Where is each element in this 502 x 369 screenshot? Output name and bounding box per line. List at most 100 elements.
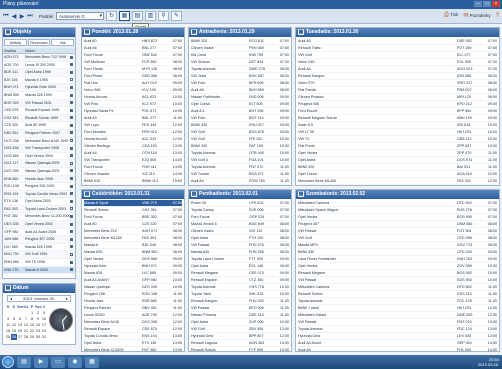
appointment-row[interactable]: BMW 330 EHU 417 09:00: [191, 122, 289, 129]
object-checkbox[interactable]: [70, 183, 75, 190]
appointment-row[interactable]: Nissan Primera DSE 310 11:00: [191, 312, 289, 319]
appointment-row[interactable]: Toyota Avensis FNT 072 11:00: [191, 164, 289, 171]
appointment-row[interactable]: Renault Laguna AON 463 13:00: [191, 340, 289, 347]
appointment-row[interactable]: Audi A4 AOG 023 07:00: [298, 66, 497, 73]
appointment-row[interactable]: Ford Probe DSN 366 08:00: [84, 73, 182, 80]
day-view-icon[interactable]: ▦: [119, 11, 131, 21]
object-checkbox[interactable]: [70, 267, 75, 274]
object-row[interactable]: AGH 071 Mercedes Benz 712 1998: [3, 54, 75, 62]
object-row[interactable]: CEE 675 Renault Espace 1995: [3, 107, 75, 115]
appointment-row[interactable]: Opel Astra ECL 148 09:00: [191, 263, 289, 270]
appointment-row[interactable]: Toyota Avensis FDC 124 13:00: [298, 326, 497, 333]
appointment-row[interactable]: BMW 320 ECG 611 07:00: [191, 38, 289, 45]
object-checkbox[interactable]: [70, 69, 75, 76]
appointment-row[interactable]: Hyundai Getz BPP 807 12:00: [191, 333, 289, 340]
object-row[interactable]: BNM 550 Mazda 626 1999: [3, 92, 75, 100]
appointment-row[interactable]: Ford Escort BFP 960 09:00: [298, 108, 497, 115]
appointment-row[interactable]: Audi A3 BNL 277 11:00: [84, 115, 182, 122]
object-row[interactable]: GFP 980 Audi A4 Avant 2006: [3, 229, 75, 237]
appointment-row[interactable]: VW LT 35 HKT 021 10:00: [298, 129, 497, 136]
object-checkbox[interactable]: [70, 115, 75, 122]
appointment-row[interactable]: Volvo S80 VLV 100 09:00: [84, 87, 182, 94]
appointment-row[interactable]: VW Passat EDS 950 10:00: [298, 277, 497, 284]
appointment-row[interactable]: Peugeot 206 EGU 108 11:00: [84, 291, 182, 298]
object-row[interactable]: JUM 586 Peugeot 307 2006: [3, 236, 75, 244]
appointment-row[interactable]: VW Lupo FES 444 12:00: [84, 122, 182, 129]
appointment-row[interactable]: Hyundai Getz BNH 071 09:00: [84, 263, 182, 270]
object-row[interactable]: EDB 880 Honda Jazz 2006: [3, 175, 75, 184]
appointment-row[interactable]: VW Touran BGA 071 11:00: [191, 171, 289, 178]
appointment-row[interactable]: Honda Accord ACL 023 10:00: [84, 94, 182, 101]
object-checkbox[interactable]: [70, 138, 75, 145]
object-row[interactable]: ENS 194 Toyota Corolla Verso 2002: [3, 190, 75, 199]
appointment-row[interactable]: VW Passat FHD 076 08:00: [191, 242, 289, 249]
appointment-row[interactable]: VW Jetta BGK 607 08:00: [191, 73, 289, 80]
appointment-row[interactable]: BMW 330 CFD 320 09:00: [298, 249, 497, 256]
appointment-row[interactable]: Opel Astra DOS 974 11:00: [298, 157, 497, 164]
object-row[interactable]: BNH 071 Hyundai Getz 2000: [3, 84, 75, 92]
folder-icon[interactable]: ▭: [51, 356, 65, 368]
object-row[interactable]: BOE 520 VW Passat 2001: [3, 99, 75, 108]
object-checkbox[interactable]: [70, 153, 75, 160]
appointment-row[interactable]: Mazda 6 Sport VNK 275 07:00: [84, 200, 182, 207]
binoculars-icon[interactable]: ⚲: [158, 11, 170, 21]
object-checkbox[interactable]: [70, 251, 75, 258]
appointment-row[interactable]: VW Golf ZBV 554 12:00: [191, 326, 289, 333]
appointment-row[interactable]: Toyota Avensis FDC 125 11:00: [298, 298, 497, 305]
object-checkbox[interactable]: [70, 236, 75, 243]
appointment-row[interactable]: Nissan Pathfinder 2HD 006 09:00: [191, 94, 289, 101]
appointment-row[interactable]: Saab 9-5 SRI 618 10:00: [298, 122, 497, 129]
object-checkbox[interactable]: [70, 229, 75, 236]
object-row[interactable]: BJE 545 Mazda 6 1995: [3, 77, 75, 85]
object-row[interactable]: ETX 136 Opel Astra 2003: [3, 198, 75, 206]
filter-activities[interactable]: Aktivity: [4, 39, 27, 46]
close-icon[interactable]: ×: [492, 1, 500, 7]
object-row[interactable]: DHS 636 VW Transporter 2006: [3, 145, 75, 153]
object-row[interactable]: FNT 382 Mercedes Benz CL200 2000: [3, 213, 75, 222]
appointment-row[interactable]: Toyota Corolla Verso ENS 194 13:00: [84, 333, 182, 340]
appointment-row[interactable]: Citroen Berlingo CDA 153 13:00: [84, 143, 182, 150]
object-row[interactable]: DBV 451 Peugeot Partner 2007: [3, 129, 75, 138]
object-checkbox[interactable]: [70, 107, 75, 114]
appointment-row[interactable]: Mercedes Benz CL5200 FNT 382 13:00: [84, 347, 182, 354]
appointment-row[interactable]: Renault Kangoo ATN 066 08:00: [298, 73, 497, 80]
appointment-row[interactable]: Ford Focus ONZ 542 07:00: [84, 52, 182, 59]
month-view-icon[interactable]: ▥: [145, 11, 157, 21]
appointment-row[interactable]: Toyota Camry SVE 006 07:00: [191, 207, 289, 214]
appointment-row[interactable]: Ford Focus OGP 224 07:00: [191, 214, 289, 221]
refresh-icon[interactable]: ↻: [106, 11, 118, 21]
appointment-row[interactable]: Rover 25 CFK 402 07:00: [191, 200, 289, 207]
appointment-row[interactable]: BMW 530 BMW 114 15:00: [84, 178, 182, 185]
appointment-row[interactable]: Mitsubishi Carisma DFD 902 07:00: [298, 200, 497, 207]
appointment-row[interactable]: VW Golf BGS 876 09:00: [191, 129, 289, 136]
appointment-row[interactable]: Citroen Xsara XIG 112 08:00: [191, 228, 289, 235]
object-row[interactable]: DZO 395 Nissan Qashqai 2009: [3, 168, 75, 176]
appointment-row[interactable]: Audi A4 OTN 118 13:00: [84, 150, 182, 157]
appointment-row[interactable]: Renault Espace CEE 675 12:00: [84, 326, 182, 333]
object-checkbox[interactable]: [70, 160, 75, 167]
notes-button[interactable]: ✉ Poznámky: [463, 12, 490, 19]
object-row[interactable]: LVC 689 Mazda 626 1998: [3, 244, 75, 252]
appointment-row[interactable]: VW Golf FHI 102 10:00: [191, 136, 289, 143]
appointment-row[interactable]: Renault Megane CEE 075 09:00: [191, 270, 289, 277]
object-row[interactable]: CZS 320 Audi 80 1990: [3, 122, 75, 130]
appointment-row[interactable]: VW Polo BFH 605 08:00: [191, 80, 289, 87]
appointment-row[interactable]: VW Transporter EJQ 600 14:00: [84, 157, 182, 164]
col-reg[interactable]: Značka: [3, 48, 24, 53]
appointment-row[interactable]: Fiat Uno AUY 019 09:00: [84, 80, 182, 87]
appointment-row[interactable]: Fiat Punto ZPP 637 10:00: [298, 143, 497, 150]
appointment-row[interactable]: Fiat Panda PRA 007 08:00: [298, 87, 497, 94]
appointment-row[interactable]: Mitsubishi Carisma DFD 802 11:00: [298, 284, 497, 291]
object-row[interactable]: EGU 108 Peugeot 206 2005: [3, 183, 75, 191]
appointment-row[interactable]: Renault Scenic DSS 210 11:00: [298, 291, 497, 298]
appointment-row[interactable]: Mazda Xedos 6 BGE 549 08:00: [191, 221, 289, 228]
appointment-row[interactable]: BMW 320 BAI 031 11:00: [298, 164, 497, 171]
object-row[interactable]: DOZ 117 Nissan Qashqai 2009: [3, 160, 75, 168]
object-row[interactable]: AOE 700 Lexus IS 200 2000: [3, 62, 75, 70]
appointment-row[interactable]: Renault Espace CTZ 360 09:00: [191, 277, 289, 284]
explorer-icon[interactable]: ▤: [17, 356, 31, 368]
object-row[interactable]: CHZ 361 Renault Scenic 1999: [3, 114, 75, 123]
appointment-row[interactable]: VW Passat FGT 304 08:00: [298, 228, 497, 235]
appointment-row[interactable]: Mazda 626 FHN 256 08:00: [191, 249, 289, 256]
object-checkbox[interactable]: [70, 259, 75, 266]
